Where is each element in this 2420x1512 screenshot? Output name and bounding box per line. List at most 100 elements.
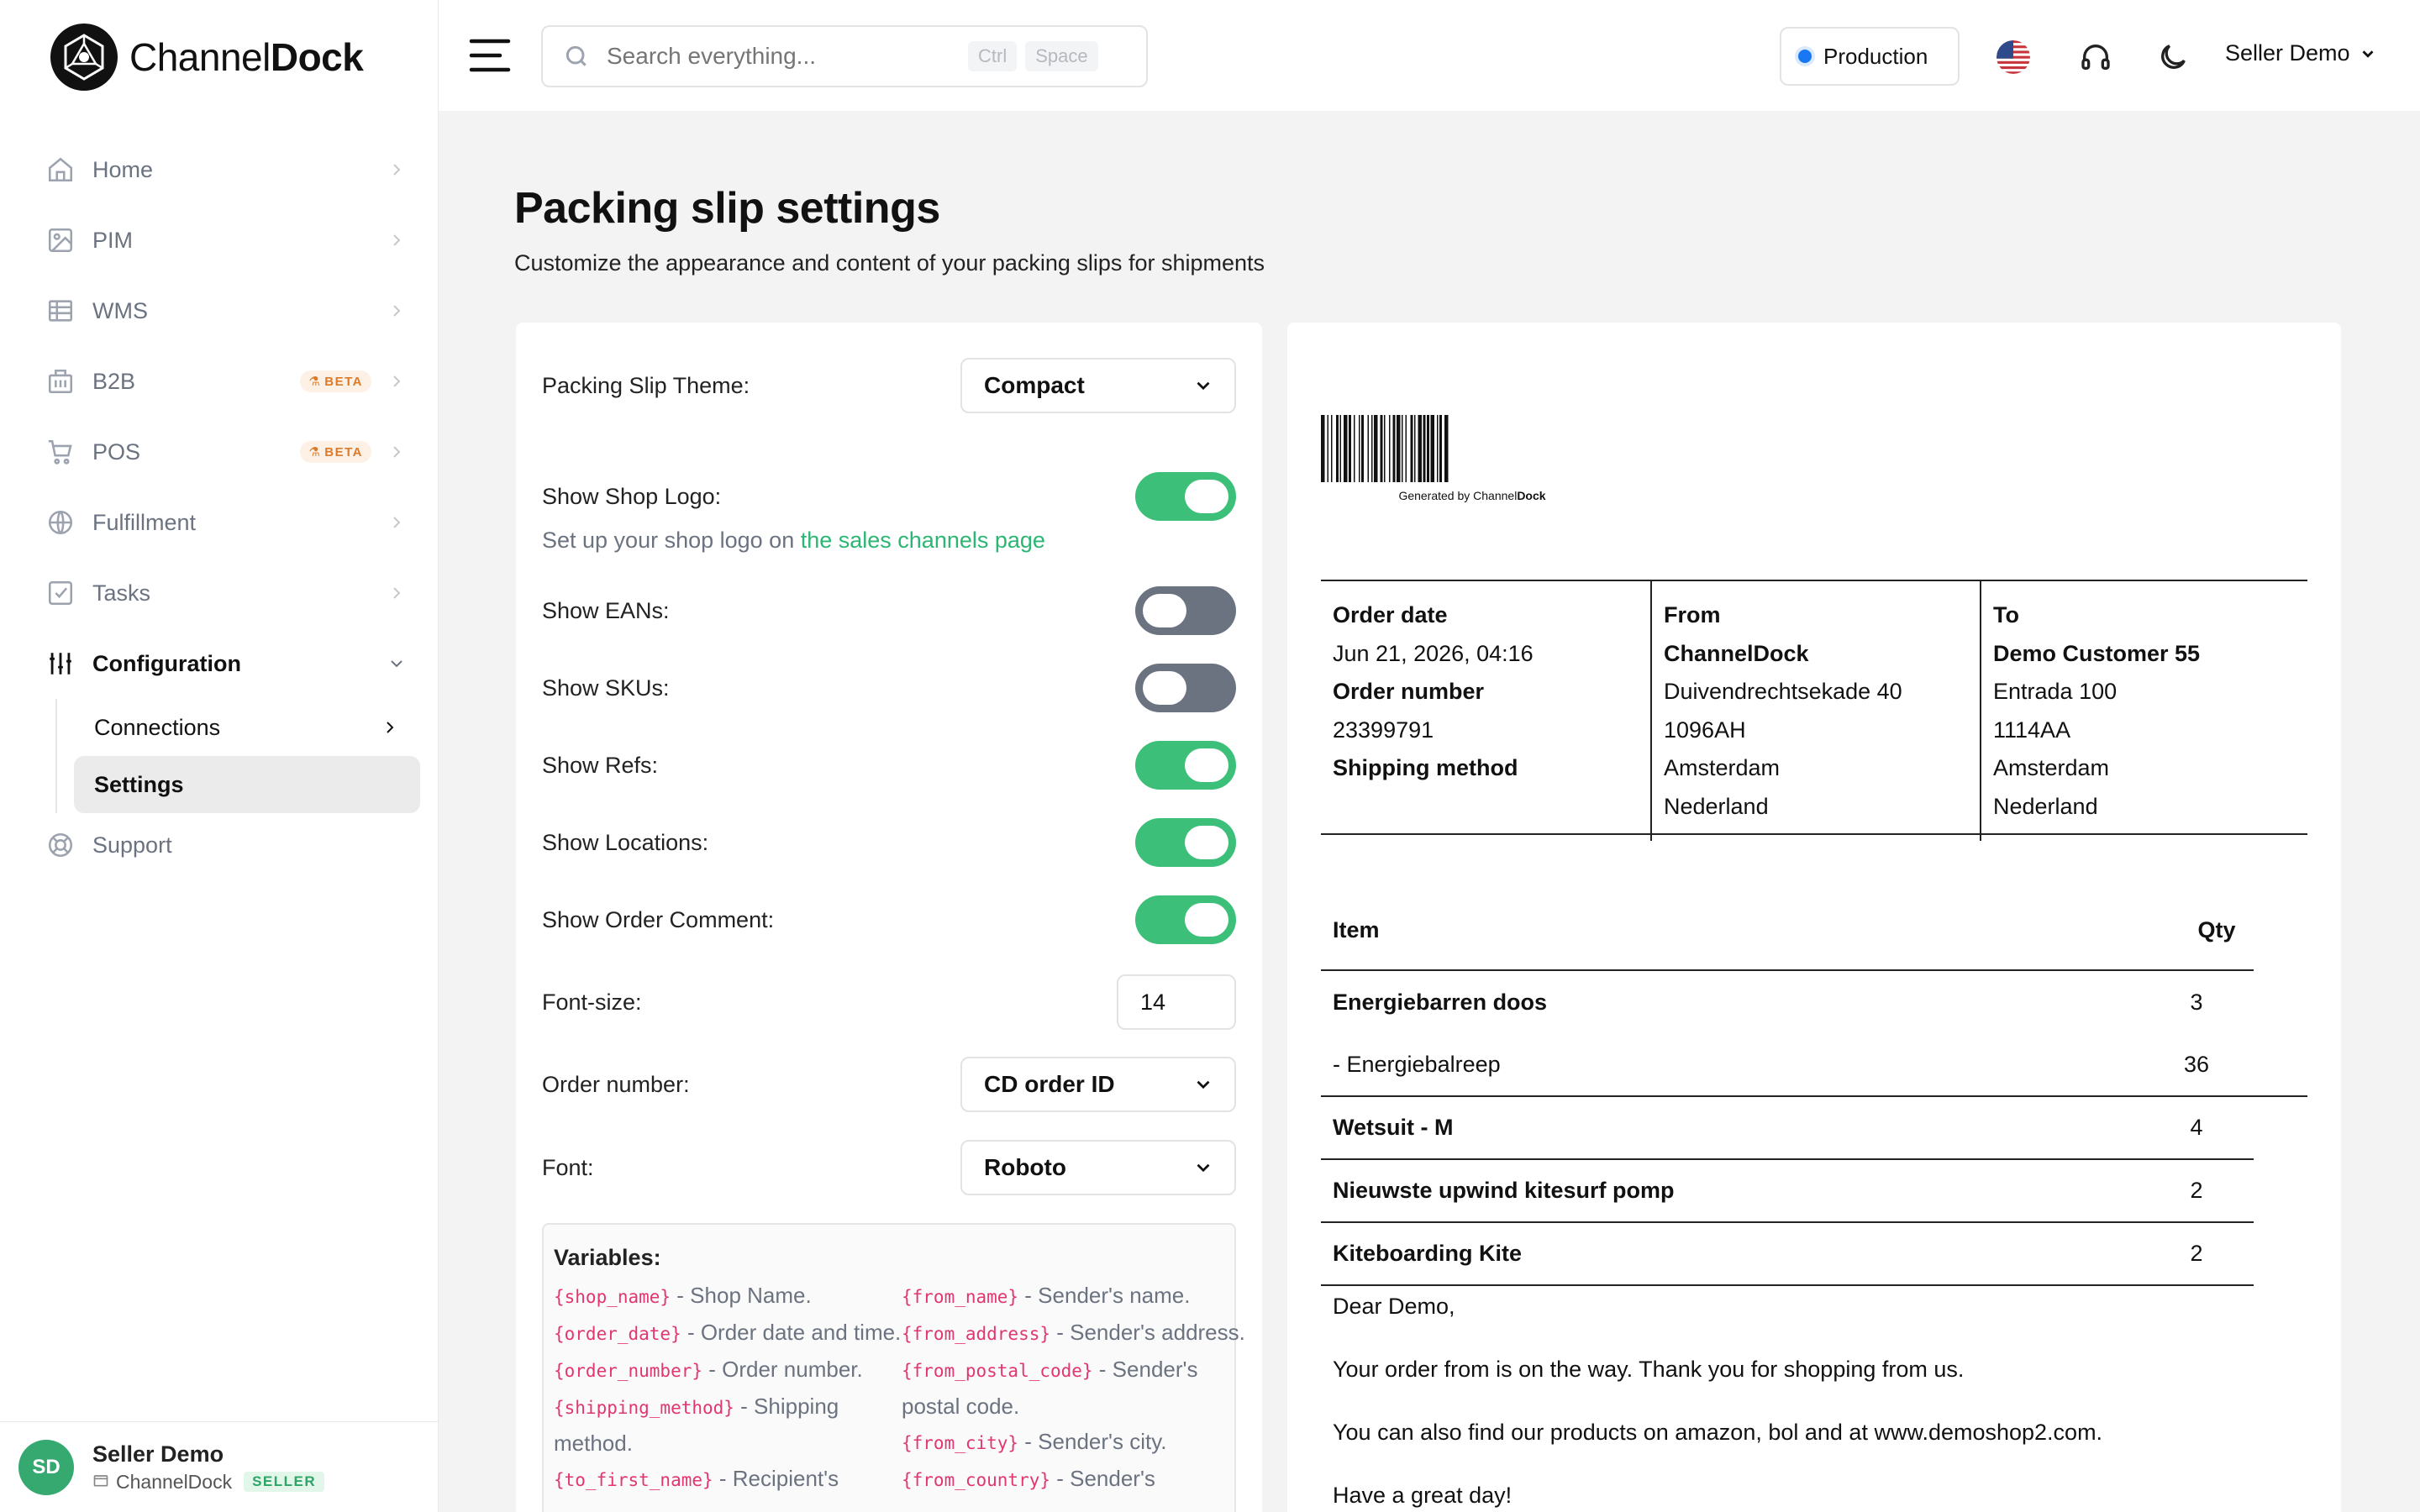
show-skus-toggle[interactable] xyxy=(1135,664,1236,712)
settings-card: Packing Slip Theme: Compact Show Shop Lo… xyxy=(516,323,1262,1512)
item-name: Nieuwste upwind kitesurf pomp xyxy=(1333,1178,1675,1203)
home-icon xyxy=(45,155,76,185)
order-number-row: Order number: CD order ID xyxy=(542,1057,1236,1112)
theme-row: Packing Slip Theme: Compact xyxy=(542,358,1236,413)
sidebar-item-configuration[interactable]: Configuration xyxy=(34,628,420,699)
font-value: Roboto xyxy=(984,1154,1066,1180)
font-size-input[interactable]: 14 xyxy=(1117,974,1236,1030)
shipping-method-label: Shipping method xyxy=(1333,755,1518,780)
user-menu[interactable]: Seller Demo xyxy=(2225,40,2377,66)
chevron-right-icon xyxy=(393,587,401,599)
from-label: From xyxy=(1664,602,1721,627)
order-info-table: Order date Jun 21, 2026, 04:16 Order num… xyxy=(1321,580,2307,841)
sidebar-item-pim[interactable]: PIM xyxy=(34,205,420,276)
item-qty: 36 xyxy=(2183,1052,2210,1077)
order-number-select[interactable]: CD order ID xyxy=(960,1057,1236,1112)
show-logo-toggle[interactable] xyxy=(1135,472,1236,521)
toggle-knob xyxy=(1143,671,1186,705)
menu-icon[interactable] xyxy=(469,37,511,74)
table-row: Energiebarren doos 3 xyxy=(1321,971,2254,1034)
logo-hint: Set up your shop logo on the sales chann… xyxy=(542,528,1045,553)
variable-item: {shipping_method} - Shipping method. xyxy=(554,1394,839,1456)
order-number: 23399791 xyxy=(1333,717,1434,743)
store-icon xyxy=(92,1471,109,1494)
image-icon xyxy=(45,225,76,255)
order-date: Jun 21, 2026, 04:16 xyxy=(1333,640,1534,666)
barcode-caption: Generated by ChannelDock xyxy=(1398,489,1546,502)
show-refs-label: Show Refs: xyxy=(542,752,659,778)
moon-icon[interactable] xyxy=(2156,40,2190,74)
order-number-label: Order number: xyxy=(542,1071,690,1097)
beta-badge: ⚗ BETA xyxy=(300,370,371,392)
sidebar-item-settings[interactable]: Settings xyxy=(74,756,420,813)
sidebar-item-home[interactable]: Home xyxy=(34,134,420,205)
search-bar[interactable]: Ctrl Space xyxy=(541,25,1148,87)
order-date-label: Order date xyxy=(1333,602,1448,627)
slip-message-line: You can also find our products on amazon… xyxy=(1333,1420,2103,1445)
user-card[interactable]: SD Seller Demo ChannelDock SELLER xyxy=(0,1421,439,1512)
sidebar-nav: Home PIM WMS B2B ⚗BETA POS ⚗BETA Fulfi xyxy=(34,134,420,877)
shortcut-space: Space xyxy=(1025,41,1098,71)
chevron-right-icon xyxy=(393,164,401,176)
font-size-row: Font-size: 14 xyxy=(542,974,1236,1030)
show-refs-toggle[interactable] xyxy=(1135,741,1236,790)
variable-item: {from_address} - Sender's address. xyxy=(902,1320,1245,1345)
show-skus-row: Show SKUs: xyxy=(542,664,1236,712)
slip-message-line: Your order from is on the way. Thank you… xyxy=(1333,1357,1965,1382)
variable-item: {from_city} - Sender's city. xyxy=(902,1429,1167,1454)
chevron-down-icon xyxy=(391,660,402,668)
sales-channels-link[interactable]: the sales channels page xyxy=(801,528,1045,553)
from-name: ChannelDock xyxy=(1664,640,1809,666)
shortcut-ctrl: Ctrl xyxy=(968,41,1018,71)
checkbox-icon xyxy=(45,578,76,608)
show-eans-toggle[interactable] xyxy=(1135,586,1236,635)
font-label: Font: xyxy=(542,1154,594,1180)
sidebar-item-fulfillment[interactable]: Fulfillment xyxy=(34,487,420,558)
brand-logo[interactable]: ChannelDock xyxy=(50,24,364,91)
sidebar-item-label: B2B xyxy=(92,368,136,394)
show-skus-label: Show SKUs: xyxy=(542,675,670,701)
font-select[interactable]: Roboto xyxy=(960,1140,1236,1195)
user-meta: Seller Demo ChannelDock SELLER xyxy=(92,1441,325,1494)
sidebar-item-label: Support xyxy=(92,832,172,858)
sidebar-item-wms[interactable]: WMS xyxy=(34,276,420,346)
flask-icon: ⚗ xyxy=(308,375,322,389)
theme-value: Compact xyxy=(984,372,1085,398)
headset-icon[interactable] xyxy=(2079,40,2112,74)
from-postal-code: 1096AH xyxy=(1664,717,1746,743)
variables-title: Variables: xyxy=(554,1245,661,1270)
environment-button[interactable]: Production xyxy=(1780,27,1960,86)
environment-dot xyxy=(1798,50,1812,63)
chevron-down-icon xyxy=(1197,1080,1210,1089)
chevron-right-icon xyxy=(393,446,401,458)
sidebar-item-label: PIM xyxy=(92,227,134,253)
variables-panel: Variables: {shop_name} - Shop Name. {ord… xyxy=(542,1223,1245,1512)
sidebar-item-tasks[interactable]: Tasks xyxy=(34,558,420,628)
toggle-knob xyxy=(1143,594,1186,627)
sidebar-item-connections[interactable]: Connections xyxy=(74,699,420,756)
show-locations-toggle[interactable] xyxy=(1135,818,1236,867)
sidebar-item-label: POS xyxy=(92,438,141,465)
sidebar-item-label: Settings xyxy=(94,771,184,797)
sidebar-item-support[interactable]: Support xyxy=(34,813,420,877)
show-comment-toggle[interactable] xyxy=(1135,895,1236,944)
item-qty: 4 xyxy=(2190,1115,2203,1140)
brand-name: ChannelDock xyxy=(129,35,364,79)
search-input[interactable] xyxy=(607,43,960,70)
show-eans-label: Show EANs: xyxy=(542,597,670,623)
item-name: Wetsuit - M xyxy=(1333,1115,1454,1140)
chevron-right-icon xyxy=(387,722,394,733)
show-locations-label: Show Locations: xyxy=(542,829,709,855)
sidebar-item-b2b[interactable]: B2B ⚗ BETA xyxy=(34,346,420,417)
us-flag-icon[interactable] xyxy=(1996,40,2030,74)
theme-select[interactable]: Compact xyxy=(960,358,1236,413)
user-name: Seller Demo xyxy=(92,1441,224,1467)
sidebar-item-pos[interactable]: POS ⚗ BETA xyxy=(34,417,420,487)
table-row: Wetsuit - M 4 xyxy=(1321,1097,2254,1160)
variable-item: {to_first_name} - Recipient's xyxy=(554,1466,839,1491)
variable-item: {order_number} - Order number. xyxy=(554,1357,863,1382)
to-name: Demo Customer 55 xyxy=(1993,640,2201,666)
item-column-header: Item xyxy=(1333,916,1380,942)
theme-label: Packing Slip Theme: xyxy=(542,372,750,398)
show-refs-row: Show Refs: xyxy=(542,741,1236,790)
